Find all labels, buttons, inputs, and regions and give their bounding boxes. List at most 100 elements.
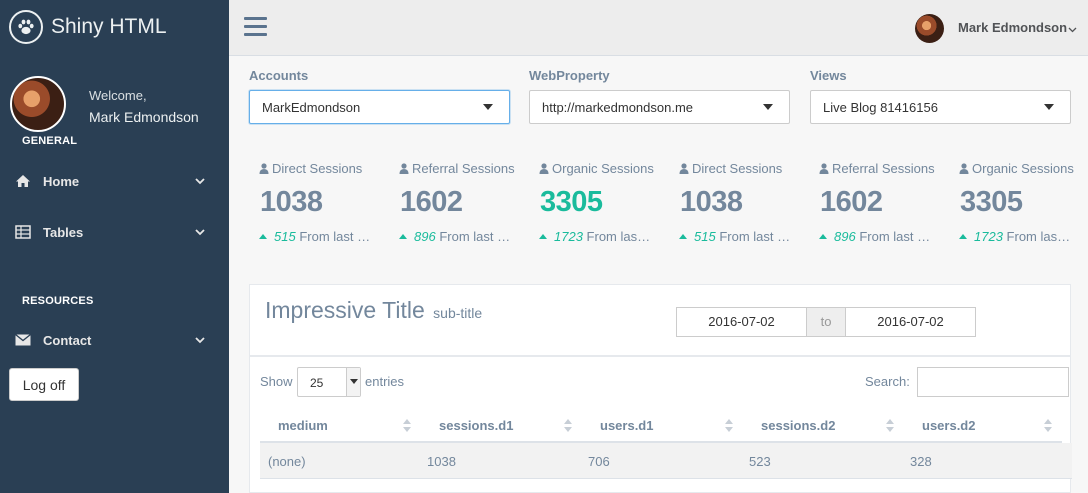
tile-count: 1038 — [260, 186, 323, 218]
user-menu[interactable]: Mark Edmondson — [958, 20, 1067, 35]
table-row[interactable]: (none) 1038 706 523 328 — [260, 443, 1072, 479]
home-icon — [14, 173, 32, 189]
sort-icon — [1044, 419, 1052, 433]
views-selected-value: Live Blog 81416156 — [823, 100, 938, 115]
sidebar-item-label: Tables — [43, 224, 84, 240]
user-icon — [399, 163, 409, 174]
stat-tile: Referral Sessions 1602 896 From last Wee… — [399, 160, 529, 250]
sidebar-item-home[interactable]: Home — [0, 163, 229, 199]
top-navbar: Mark Edmondson — [229, 0, 1088, 56]
caret-down-icon — [346, 368, 360, 396]
arrow-up-icon — [819, 234, 827, 239]
tile-delta-text: From last Week — [1006, 229, 1071, 244]
stat-tile: Organic Sessions 3305 1723 From last Wee… — [539, 160, 669, 250]
webproperty-selected-value: http://markedmondson.me — [542, 100, 694, 115]
tile-title: Organic Sessions — [972, 161, 1074, 176]
tile-title: Direct Sessions — [272, 161, 363, 176]
tile-delta: 515 — [274, 229, 296, 244]
table-cell: (none) — [268, 454, 306, 469]
search-input[interactable] — [917, 367, 1069, 397]
tile-delta-text: From last Week — [859, 229, 931, 244]
tile-delta: 1723 — [554, 229, 583, 244]
tile-count: 1602 — [400, 186, 463, 218]
sidebar: Shiny HTML Welcome, Mark Edmondson GENER… — [0, 0, 229, 493]
table-row[interactable]: referral 1602 1183 736 439 — [260, 480, 1072, 493]
paw-icon — [9, 10, 43, 44]
webproperty-label: WebProperty — [529, 68, 610, 83]
avatar — [10, 76, 66, 132]
chevron-down-icon[interactable] — [1068, 21, 1077, 39]
arrow-up-icon — [399, 234, 407, 239]
views-select[interactable]: Live Blog 81416156 — [810, 90, 1071, 124]
stat-tile: Direct Sessions 1038 515 From last Week — [259, 160, 389, 250]
tile-count: 3305 — [960, 186, 1023, 218]
arrow-up-icon — [259, 234, 267, 239]
sidebar-item-contact[interactable]: Contact — [0, 322, 229, 358]
arrow-up-icon — [679, 234, 687, 239]
arrow-up-icon — [959, 234, 967, 239]
column-header-users-d1[interactable]: users.d1 — [582, 407, 743, 443]
accounts-label: Accounts — [249, 68, 309, 83]
chevron-down-icon — [195, 225, 205, 240]
views-label: Views — [810, 68, 847, 83]
table-cell: 1038 — [427, 454, 456, 469]
chevron-down-icon — [195, 333, 205, 348]
tile-delta: 1723 — [974, 229, 1003, 244]
envelope-icon — [14, 332, 32, 348]
tile-title: Organic Sessions — [552, 161, 654, 176]
column-header-users-d2[interactable]: users.d2 — [904, 407, 1062, 443]
column-header-sessions-d2[interactable]: sessions.d2 — [743, 407, 904, 443]
menu-toggle-icon[interactable] — [244, 17, 267, 37]
table-icon — [14, 224, 32, 240]
stat-tile: Direct Sessions 1038 515 From last Week — [679, 160, 809, 250]
divider — [250, 355, 1070, 357]
panel-title-text: Impressive Title — [265, 297, 425, 323]
sort-icon — [725, 419, 733, 433]
welcome-text: Welcome, — [89, 88, 147, 103]
profile-picture — [10, 76, 66, 132]
stat-tile: Organic Sessions 3305 1723 From last Wee… — [959, 160, 1088, 250]
date-to-input[interactable]: 2016-07-02 — [845, 307, 976, 337]
column-header-medium[interactable]: medium — [260, 407, 421, 443]
tile-delta: 896 — [414, 229, 436, 244]
tile-delta: 896 — [834, 229, 856, 244]
table-cell: 523 — [749, 454, 771, 469]
sort-icon — [564, 419, 572, 433]
tile-count: 1602 — [820, 186, 883, 218]
column-header-sessions-d1[interactable]: sessions.d1 — [421, 407, 582, 443]
logoff-button[interactable]: Log off — [9, 368, 79, 401]
sidebar-username: Mark Edmondson — [89, 109, 199, 125]
caret-down-icon — [483, 104, 493, 110]
sidebar-item-tables[interactable]: Tables — [0, 214, 229, 250]
search-label: Search: — [865, 374, 910, 389]
page-length-value: 25 — [310, 376, 324, 390]
tile-title: Direct Sessions — [692, 161, 783, 176]
user-icon — [259, 163, 269, 174]
sort-icon — [403, 419, 411, 433]
entries-label: entries — [365, 374, 405, 389]
brand[interactable]: Shiny HTML — [9, 10, 167, 44]
content-panel: Impressive Title sub-title 2016-07-02 to… — [249, 284, 1072, 493]
user-icon — [539, 163, 549, 174]
date-range-separator: to — [807, 307, 845, 337]
webproperty-select[interactable]: http://markedmondson.me — [529, 90, 790, 124]
sidebar-item-label: Home — [43, 173, 80, 189]
tile-title: Referral Sessions — [832, 161, 935, 176]
tile-delta-text: From last Week — [299, 229, 371, 244]
tile-delta-text: From last Week — [719, 229, 791, 244]
tile-delta: 515 — [694, 229, 716, 244]
sort-icon — [886, 419, 894, 433]
avatar[interactable] — [915, 14, 944, 43]
table-cell: 328 — [910, 454, 932, 469]
section-title-general: GENERAL — [22, 135, 78, 147]
date-from-input[interactable]: 2016-07-02 — [676, 307, 807, 337]
accounts-selected-value: MarkEdmondson — [262, 100, 361, 115]
page-length-select[interactable]: 25 — [297, 367, 361, 397]
arrow-up-icon — [539, 234, 547, 239]
stat-tile: Referral Sessions 1602 896 From last Wee… — [819, 160, 949, 250]
tile-count: 3305 — [540, 186, 603, 218]
accounts-select[interactable]: MarkEdmondson — [249, 90, 510, 124]
tile-delta-text: From last Week — [439, 229, 511, 244]
user-icon — [679, 163, 689, 174]
caret-down-icon — [763, 104, 773, 110]
